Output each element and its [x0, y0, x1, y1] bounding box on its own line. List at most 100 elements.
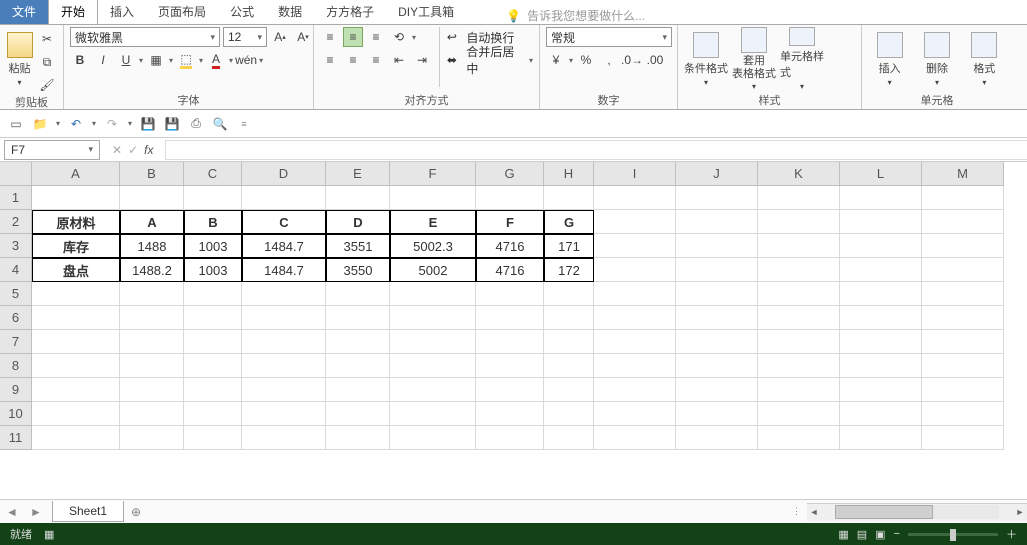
cell-H7[interactable] [544, 330, 594, 354]
row-header-9[interactable]: 9 [0, 378, 32, 402]
decrease-font-button[interactable]: A▾ [293, 27, 313, 47]
cell-styles-button[interactable]: 单元格样式▾ [780, 27, 824, 91]
cell-M9[interactable] [922, 378, 1004, 402]
row-header-1[interactable]: 1 [0, 186, 32, 210]
scroll-left-button[interactable]: ◄ [807, 505, 821, 519]
cell-J9[interactable] [676, 378, 758, 402]
cell-D9[interactable] [242, 378, 326, 402]
cell-K4[interactable] [758, 258, 840, 282]
cell-J4[interactable] [676, 258, 758, 282]
tab-ffgz[interactable]: 方方格子 [314, 0, 386, 24]
cell-I10[interactable] [594, 402, 676, 426]
cell-E5[interactable] [326, 282, 390, 306]
cell-C3[interactable]: 1003 [184, 234, 242, 258]
cell-E2[interactable]: D [326, 210, 390, 234]
cell-M3[interactable] [922, 234, 1004, 258]
row-header-8[interactable]: 8 [0, 354, 32, 378]
cell-B8[interactable] [120, 354, 184, 378]
cell-H4[interactable]: 172 [544, 258, 594, 282]
tab-split-handle[interactable]: ⋮ [792, 506, 801, 517]
cell-A4[interactable]: 盘点 [32, 258, 120, 282]
cell-K11[interactable] [758, 426, 840, 450]
cell-A7[interactable] [32, 330, 120, 354]
cell-L2[interactable] [840, 210, 922, 234]
cell-B10[interactable] [120, 402, 184, 426]
percent-button[interactable]: % [576, 50, 596, 70]
cell-A1[interactable] [32, 186, 120, 210]
cell-K6[interactable] [758, 306, 840, 330]
sheet-tab-1[interactable]: Sheet1 [52, 501, 124, 522]
increase-indent-button[interactable]: ⇥ [412, 50, 432, 70]
cell-K8[interactable] [758, 354, 840, 378]
tab-data[interactable]: 数据 [266, 0, 314, 24]
cell-B2[interactable]: A [120, 210, 184, 234]
cell-I8[interactable] [594, 354, 676, 378]
align-right-button[interactable]: ≡ [366, 50, 386, 70]
align-center-button[interactable]: ≡ [343, 50, 363, 70]
cell-A11[interactable] [32, 426, 120, 450]
name-box[interactable]: F7▾ [4, 140, 100, 160]
align-middle-button[interactable]: ≡ [343, 27, 363, 47]
cell-M8[interactable] [922, 354, 1004, 378]
cell-E1[interactable] [326, 186, 390, 210]
accept-formula-button[interactable]: ✓ [128, 143, 138, 157]
cell-G9[interactable] [476, 378, 544, 402]
cell-H9[interactable] [544, 378, 594, 402]
cell-I6[interactable] [594, 306, 676, 330]
cell-B1[interactable] [120, 186, 184, 210]
align-top-button[interactable]: ≡ [320, 27, 340, 47]
increase-font-button[interactable]: A▴ [270, 27, 290, 47]
cell-F5[interactable] [390, 282, 476, 306]
cell-G2[interactable]: F [476, 210, 544, 234]
col-header-K[interactable]: K [758, 162, 840, 186]
cell-L8[interactable] [840, 354, 922, 378]
cell-A9[interactable] [32, 378, 120, 402]
zoom-out-button[interactable]: − [894, 528, 900, 540]
number-format-combo[interactable]: 常规▾ [546, 27, 672, 47]
tab-insert[interactable]: 插入 [98, 0, 146, 24]
cell-K10[interactable] [758, 402, 840, 426]
cell-I11[interactable] [594, 426, 676, 450]
cell-K5[interactable] [758, 282, 840, 306]
font-size-combo[interactable]: 12▾ [223, 27, 267, 47]
cell-F3[interactable]: 5002.3 [390, 234, 476, 258]
view-pagebreak-button[interactable]: ▣ [875, 528, 885, 541]
row-header-7[interactable]: 7 [0, 330, 32, 354]
cell-D2[interactable]: C [242, 210, 326, 234]
format-cells-button[interactable]: 格式▾ [963, 27, 1006, 91]
conditional-format-button[interactable]: 条件格式▾ [684, 27, 728, 91]
cell-J5[interactable] [676, 282, 758, 306]
cell-C1[interactable] [184, 186, 242, 210]
hscroll-track[interactable] [835, 505, 999, 519]
cell-H5[interactable] [544, 282, 594, 306]
cell-C9[interactable] [184, 378, 242, 402]
tell-me-search[interactable]: 💡 告诉我您想要做什么... [506, 7, 645, 24]
cell-C6[interactable] [184, 306, 242, 330]
cell-I9[interactable] [594, 378, 676, 402]
macro-record-icon[interactable]: ▦ [44, 528, 54, 541]
scroll-right-button[interactable]: ► [1013, 505, 1027, 519]
cell-E6[interactable] [326, 306, 390, 330]
cancel-formula-button[interactable]: ✕ [112, 143, 122, 157]
cell-J8[interactable] [676, 354, 758, 378]
col-header-I[interactable]: I [594, 162, 676, 186]
cell-K9[interactable] [758, 378, 840, 402]
increase-decimal-button[interactable]: .0→ [622, 50, 642, 70]
decrease-indent-button[interactable]: ⇤ [389, 50, 409, 70]
cell-H10[interactable] [544, 402, 594, 426]
border-button[interactable]: ▦ [146, 50, 166, 70]
col-header-C[interactable]: C [184, 162, 242, 186]
cell-L5[interactable] [840, 282, 922, 306]
row-header-5[interactable]: 5 [0, 282, 32, 306]
cell-M7[interactable] [922, 330, 1004, 354]
cell-I1[interactable] [594, 186, 676, 210]
cell-D4[interactable]: 1484.7 [242, 258, 326, 282]
cell-B4[interactable]: 1488.2 [120, 258, 184, 282]
cell-D7[interactable] [242, 330, 326, 354]
cell-H6[interactable] [544, 306, 594, 330]
cell-H1[interactable] [544, 186, 594, 210]
cell-L10[interactable] [840, 402, 922, 426]
paste-button[interactable]: 粘贴 ▾ [6, 27, 33, 91]
cell-I3[interactable] [594, 234, 676, 258]
format-as-table-button[interactable]: 套用 表格格式▾ [732, 27, 776, 91]
